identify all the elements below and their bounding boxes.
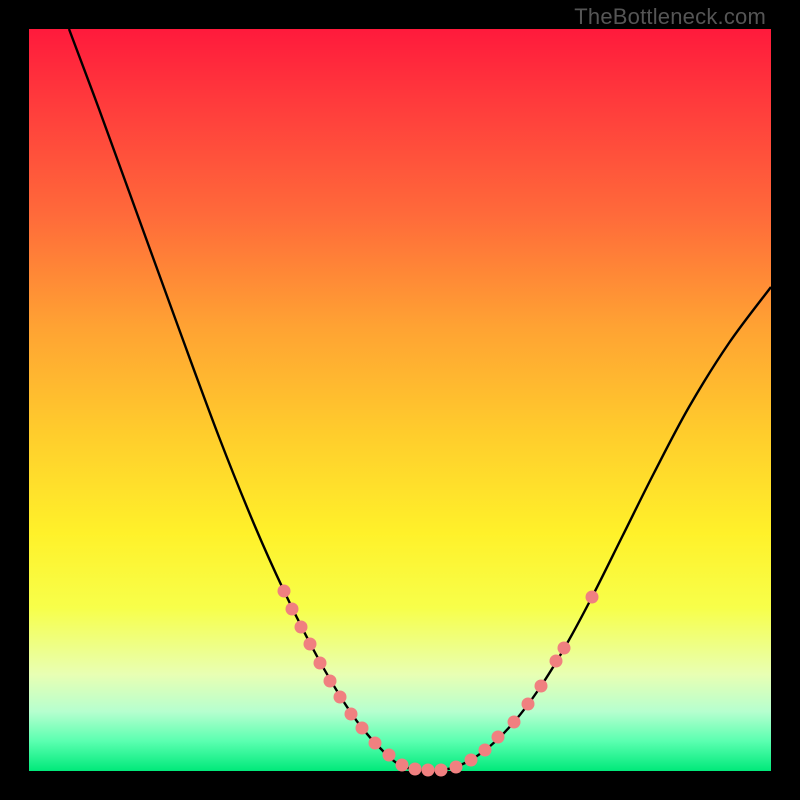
attribution-text: TheBottleneck.com <box>574 4 766 30</box>
chart-gradient-background <box>29 29 771 771</box>
chart-frame: TheBottleneck.com <box>0 0 800 800</box>
highlight-dot <box>550 655 563 668</box>
highlight-dot <box>435 764 448 777</box>
highlight-dot <box>409 763 422 776</box>
highlight-dot <box>334 691 347 704</box>
highlight-dot <box>422 764 435 777</box>
highlight-dot <box>278 585 291 598</box>
highlight-dot <box>295 621 308 634</box>
highlight-dot <box>465 754 478 767</box>
highlight-dot <box>586 591 599 604</box>
bottleneck-curve <box>29 29 771 771</box>
highlight-dot <box>522 698 535 711</box>
highlight-dot <box>324 675 337 688</box>
highlight-dot <box>492 731 505 744</box>
highlight-dot <box>304 638 317 651</box>
highlight-dot <box>345 708 358 721</box>
highlight-dot <box>314 657 327 670</box>
highlight-dot <box>356 722 369 735</box>
highlight-dots-group <box>278 585 599 777</box>
main-curve-path <box>69 29 771 771</box>
highlight-dot <box>479 744 492 757</box>
highlight-dot <box>383 749 396 762</box>
highlight-dot <box>450 761 463 774</box>
highlight-dot <box>558 642 571 655</box>
highlight-dot <box>396 759 409 772</box>
highlight-dot <box>286 603 299 616</box>
highlight-dot <box>535 680 548 693</box>
highlight-dot <box>369 737 382 750</box>
highlight-dot <box>508 716 521 729</box>
